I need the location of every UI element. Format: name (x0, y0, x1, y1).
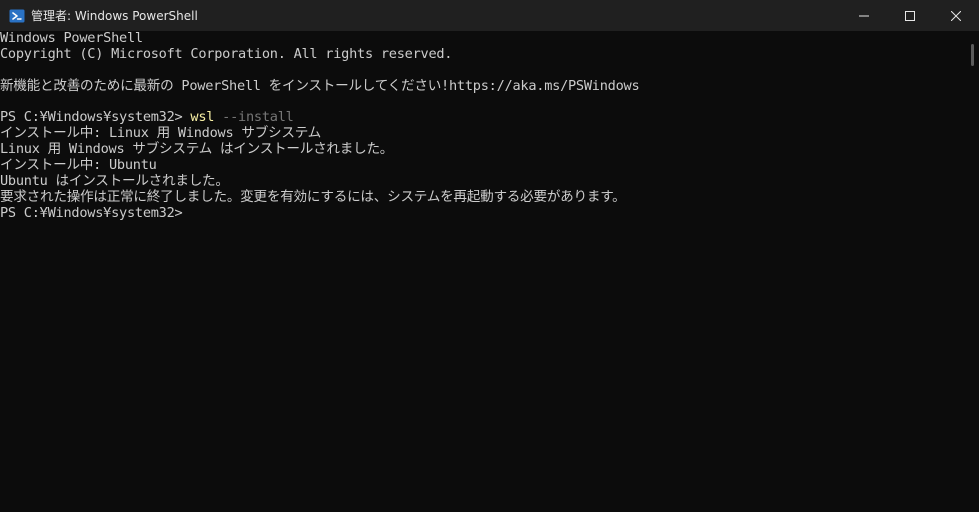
console-line: インストール中: Ubuntu (0, 157, 157, 174)
command-parameter: --install (214, 109, 294, 126)
maximize-icon (905, 10, 915, 21)
console-line: Ubuntu はインストールされました。 (0, 173, 229, 190)
prompt: PS C:¥Windows¥system32> (0, 109, 191, 126)
console-line: Copyright (C) Microsoft Corporation. All… (0, 45, 453, 62)
powershell-icon (9, 8, 25, 24)
scrollbar-thumb[interactable] (971, 44, 974, 66)
close-button[interactable] (933, 0, 979, 31)
caption-buttons (841, 0, 979, 31)
console-line: Windows PowerShell (0, 31, 143, 46)
console-line: Linux 用 Windows サブシステム はインストールされました。 (0, 141, 394, 158)
maximize-button[interactable] (887, 0, 933, 31)
prompt-line: PS C:¥Windows¥system32> (0, 204, 183, 221)
console-line: 要求された操作は正常に終了しました。変更を有効にするには、システムを再起動する必… (0, 188, 626, 205)
minimize-icon (859, 11, 869, 21)
command-line: PS C:¥Windows¥system32> wsl --install (0, 110, 965, 126)
title-bar[interactable]: 管理者: Windows PowerShell (0, 0, 979, 31)
command-name: wsl (190, 109, 215, 126)
console-line: インストール中: Linux 用 Windows サブシステム (0, 125, 322, 142)
close-icon (951, 10, 961, 21)
console-output[interactable]: Windows PowerShell Copyright (C) Microso… (0, 31, 965, 512)
minimize-button[interactable] (841, 0, 887, 31)
scrollbar[interactable] (965, 31, 979, 512)
powershell-window: 管理者: Windows PowerShell Windows PowerShe… (0, 0, 979, 512)
console-line: 新機能と改善のために最新の PowerShell をインストールしてください!h… (0, 77, 640, 94)
window-title: 管理者: Windows PowerShell (31, 9, 198, 23)
